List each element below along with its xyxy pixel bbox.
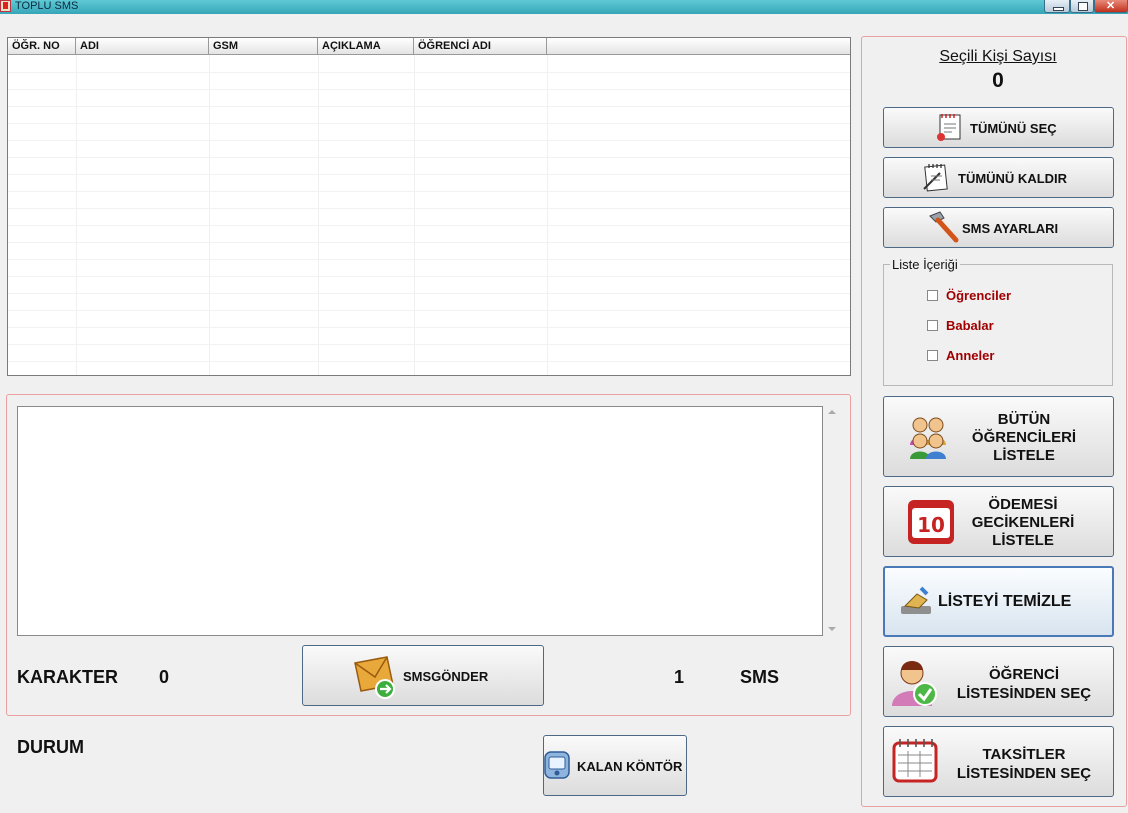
app-icon: [0, 0, 11, 12]
notepad-pen-icon: [923, 164, 948, 192]
list-all-students-label: BÜTÜN ÖĞRENCİLERİ LİSTELE: [971, 411, 1077, 464]
send-sms-label: SMSGÖNDER: [403, 669, 489, 684]
list-overdue-button[interactable]: 10 ÖDEMESİ GECİKENLERİ LİSTELE: [883, 486, 1114, 557]
send-sms-button[interactable]: SMSGÖNDER: [302, 645, 544, 706]
checkbox-anneler[interactable]: [927, 350, 938, 361]
kalan-kontor-button[interactable]: KALAN KÖNTÖR: [543, 735, 687, 796]
message-scrollbar[interactable]: [823, 406, 840, 636]
window-title: TOPLU SMS: [15, 0, 79, 12]
list-content-group: [883, 264, 1113, 386]
eraser-brush-icon: [901, 586, 931, 614]
column-header-adi[interactable]: ADI: [76, 38, 209, 54]
kalan-kontor-label: KALAN KÖNTÖR: [577, 759, 683, 774]
durum-label: DURUM: [17, 737, 84, 757]
checkbox-ogrenciler[interactable]: [927, 290, 938, 301]
deselect-all-button[interactable]: TÜMÜNÜ KALDIR: [883, 157, 1114, 198]
person-check-icon: [892, 661, 937, 706]
column-header-aciklama[interactable]: AÇIKLAMA: [318, 38, 414, 54]
sms-label: SMS: [740, 667, 780, 687]
karakter-count: 0: [159, 667, 170, 687]
minimize-button[interactable]: [1044, 0, 1070, 13]
grid-header: ÖĞR. NO ADI GSM AÇIKLAMA ÖĞRENCİ ADI: [8, 38, 850, 55]
people-group-icon: [910, 417, 946, 459]
clear-list-button[interactable]: LİSTEYİ TEMİZLE: [883, 566, 1114, 637]
title-bar: TOPLU SMS: [0, 0, 1128, 14]
list-overdue-label: ÖDEMESİ GECİKENLERİ LİSTELE: [971, 496, 1075, 549]
maximize-button[interactable]: [1070, 0, 1094, 13]
select-from-installments-label: TAKSİTLER LİSTESİNDEN SEÇ: [956, 746, 1092, 782]
column-header-ogrenci-adi[interactable]: ÖĞRENCİ ADI: [414, 38, 547, 54]
column-header-gsm[interactable]: GSM: [209, 38, 318, 54]
sms-count: 1: [674, 667, 685, 687]
select-from-installments-button[interactable]: TAKSİTLER LİSTESİNDEN SEÇ: [883, 726, 1114, 797]
grid-body[interactable]: [8, 55, 850, 375]
checkbox-babalar-label[interactable]: Babalar: [946, 318, 994, 333]
list-content-group-title: Liste İçeriği: [890, 257, 960, 272]
sms-settings-button[interactable]: SMS AYARLARI: [883, 207, 1114, 248]
checkbox-babalar[interactable]: [927, 320, 938, 331]
scroll-down-arrow-icon[interactable]: [828, 627, 836, 631]
notepad-check-icon: [937, 114, 961, 141]
contacts-grid[interactable]: ÖĞR. NO ADI GSM AÇIKLAMA ÖĞRENCİ ADI: [7, 37, 851, 376]
karakter-label: KARAKTER: [17, 667, 118, 687]
message-textarea[interactable]: [17, 406, 823, 636]
select-from-students-button[interactable]: ÖĞRENCİ LİSTESİNDEN SEÇ: [883, 646, 1114, 717]
select-all-label: TÜMÜNÜ SEÇ: [970, 121, 1057, 136]
list-all-students-button[interactable]: BÜTÜN ÖĞRENCİLERİ LİSTELE: [883, 396, 1114, 477]
credit-device-icon: [544, 751, 570, 779]
select-all-button[interactable]: TÜMÜNÜ SEÇ: [883, 107, 1114, 148]
column-header-ogr-no[interactable]: ÖĞR. NO: [8, 38, 76, 54]
sms-settings-label: SMS AYARLARI: [962, 221, 1059, 236]
hammer-icon: [929, 211, 959, 243]
select-from-students-label: ÖĞRENCİ LİSTESİNDEN SEÇ: [956, 666, 1092, 702]
selected-count-value: 0: [992, 69, 1004, 92]
calendar-icon: 10: [908, 500, 954, 544]
installment-calendar-icon: [892, 739, 938, 783]
envelope-send-icon: [354, 656, 395, 699]
selected-count-header: Seçili Kişi Sayısı: [939, 48, 1057, 65]
checkbox-ogrenciler-label[interactable]: Öğrenciler: [946, 288, 1011, 303]
calendar-number: 10: [917, 513, 945, 537]
close-button[interactable]: [1094, 0, 1128, 13]
checkbox-anneler-label[interactable]: Anneler: [946, 348, 994, 363]
deselect-all-label: TÜMÜNÜ KALDIR: [958, 171, 1068, 186]
clear-list-label: LİSTEYİ TEMİZLE: [938, 593, 1072, 610]
scroll-up-arrow-icon[interactable]: [828, 410, 836, 414]
column-header-blank: [547, 38, 850, 54]
